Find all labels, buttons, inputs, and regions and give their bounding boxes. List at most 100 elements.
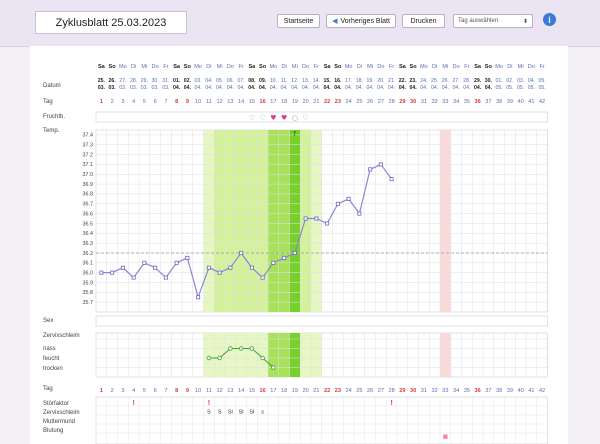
- day-number-bottom-10: 10: [195, 388, 201, 394]
- blutung-mark-33[interactable]: [443, 434, 448, 439]
- date-day-26: 19.: [367, 78, 374, 84]
- weekday-32: Di: [432, 64, 437, 70]
- temp-point-day-12[interactable]: [217, 270, 222, 275]
- temp-point-day-24[interactable]: [346, 196, 351, 201]
- temp-point-day-4[interactable]: [131, 275, 136, 280]
- temp-point-day-16[interactable]: [260, 275, 265, 280]
- day-number-bottom-9: 9: [186, 388, 189, 394]
- temp-point-day-20[interactable]: [303, 216, 308, 221]
- temp-point-day-9[interactable]: [185, 255, 190, 260]
- weekday-4: Di: [131, 64, 136, 70]
- temp-point-day-23[interactable]: [335, 201, 340, 206]
- date-month-3: 03.: [119, 85, 126, 91]
- date-month-29: 04.: [399, 85, 407, 91]
- zervix-point-day-12[interactable]: [217, 355, 222, 361]
- temp-point-day-22[interactable]: [325, 221, 330, 226]
- temp-point-day-14[interactable]: [239, 250, 244, 255]
- date-day-22: 15.: [324, 78, 332, 84]
- date-month-2: 03.: [109, 85, 117, 91]
- weekday-3: Mo: [119, 64, 127, 70]
- weekday-14: Fr: [238, 64, 243, 70]
- temp-point-day-28[interactable]: [389, 177, 394, 182]
- day-number-bottom-40: 40: [518, 388, 524, 394]
- peak-day-band: [289, 130, 301, 312]
- date-month-7: 03.: [162, 85, 169, 91]
- temp-tick-36.0: 36.0: [83, 270, 94, 276]
- temp-point-day-26[interactable]: [368, 167, 373, 172]
- day-number-3: 3: [121, 99, 124, 105]
- day-number-6: 6: [154, 99, 157, 105]
- date-month-42: 05.: [539, 85, 546, 91]
- date-day-1: 25.: [98, 78, 106, 84]
- temp-point-day-3[interactable]: [120, 265, 125, 270]
- day-number-11: 11: [206, 99, 212, 105]
- temp-point-day-2[interactable]: [110, 270, 115, 275]
- temp-point-day-15[interactable]: [249, 265, 254, 270]
- temp-point-day-27[interactable]: [378, 162, 383, 167]
- temp-point-day-17[interactable]: [271, 260, 276, 265]
- temp-tick-37.1: 37.1: [83, 162, 94, 168]
- temp-point-day-7[interactable]: [163, 275, 168, 280]
- zervix-point-day-16[interactable]: [260, 355, 265, 361]
- date-day-34: 27.: [453, 78, 460, 84]
- weekday-37: So: [485, 64, 493, 70]
- temp-point-day-25[interactable]: [357, 211, 362, 216]
- weekday-10: Mo: [194, 64, 202, 70]
- date-month-22: 04.: [324, 85, 332, 91]
- weekday-6: Do: [152, 64, 159, 70]
- date-day-35: 28.: [463, 78, 470, 84]
- date-day-38: 01.: [496, 78, 503, 84]
- day-number-8: 8: [175, 99, 178, 105]
- zervix-point-day-17[interactable]: [271, 365, 276, 370]
- date-day-40: 03.: [517, 78, 524, 84]
- date-day-24: 17.: [345, 78, 352, 84]
- zervix-point-day-14[interactable]: [238, 346, 244, 351]
- date-day-30: 23.: [410, 78, 418, 84]
- day-number-28: 28: [389, 99, 395, 105]
- date-month-12: 04.: [216, 85, 223, 91]
- temp-point-day-19[interactable]: [292, 250, 297, 255]
- temp-point-day-18[interactable]: [282, 255, 287, 260]
- temp-point-day-10[interactable]: [196, 295, 201, 300]
- date-day-18: 11.: [281, 78, 288, 84]
- date-month-8: 04.: [173, 85, 181, 91]
- day-number-bottom-29: 29: [399, 388, 405, 394]
- day-number-36: 36: [475, 99, 481, 105]
- date-month-9: 04.: [184, 85, 192, 91]
- weekday-24: Mo: [345, 64, 353, 70]
- date-month-17: 04.: [270, 85, 277, 91]
- temp-point-day-11[interactable]: [206, 265, 211, 270]
- temp-point-day-6[interactable]: [153, 265, 158, 270]
- date-day-12: 05.: [216, 78, 223, 84]
- day-number-18: 18: [281, 99, 287, 105]
- day-number-16: 16: [260, 99, 266, 105]
- date-month-1: 03.: [98, 85, 106, 91]
- weekday-18: Di: [281, 64, 286, 70]
- fruchtb-row: [95, 111, 548, 123]
- date-day-36: 29.: [474, 78, 482, 84]
- zervix-point-day-11[interactable]: [206, 355, 212, 361]
- date-month-26: 04.: [367, 85, 374, 91]
- date-month-18: 04.: [281, 85, 288, 91]
- stoerfaktor-mark-28: !: [390, 400, 392, 407]
- sex-row: [95, 315, 548, 327]
- date-day-37: 30.: [485, 78, 493, 84]
- day-number-bottom-23: 23: [335, 388, 341, 394]
- date-month-10: 04.: [195, 85, 202, 91]
- zervix-point-day-13[interactable]: [228, 346, 233, 351]
- weekday-34: Do: [453, 64, 460, 70]
- heart-outline-icon: ♡: [259, 114, 265, 122]
- zervix-point-day-15[interactable]: [249, 346, 255, 351]
- temp-point-day-1[interactable]: [99, 270, 104, 275]
- day-number-bottom-11: 11: [206, 388, 212, 394]
- day-number-15: 15: [249, 99, 255, 105]
- day-number-19: 19: [292, 99, 298, 105]
- temp-point-day-13[interactable]: [228, 265, 233, 270]
- temp-point-day-8[interactable]: [174, 260, 179, 265]
- temp-point-day-5[interactable]: [142, 260, 147, 265]
- day-number-bottom-7: 7: [164, 388, 167, 394]
- heart-outline-icon: ♡: [249, 114, 255, 122]
- temp-point-day-21[interactable]: [314, 216, 319, 221]
- weekday-17: Mo: [269, 64, 277, 70]
- day-number-34: 34: [453, 99, 459, 105]
